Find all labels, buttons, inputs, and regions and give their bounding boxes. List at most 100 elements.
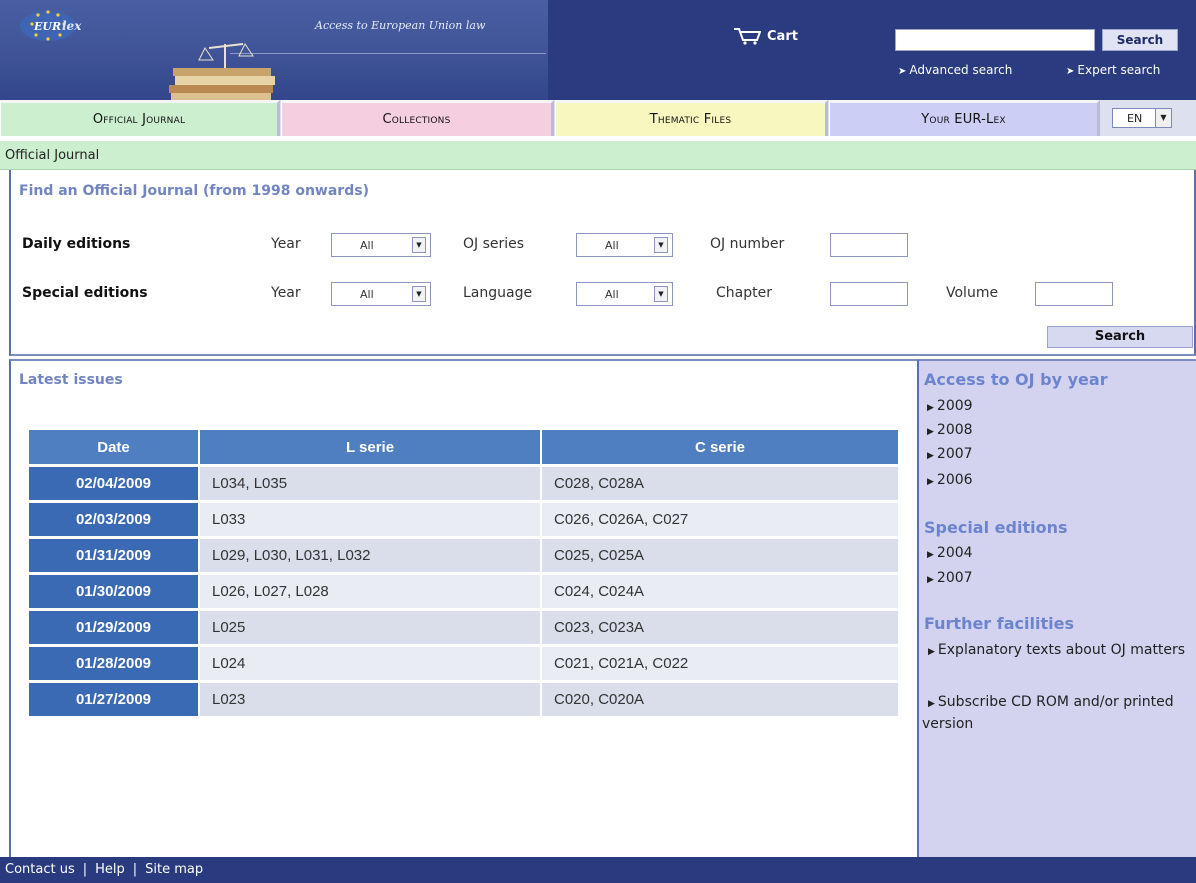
c-serie-cell[interactable]: C021, C021A, C022 xyxy=(542,644,898,680)
svg-text:EUR: EUR xyxy=(33,20,61,33)
chevron-right-icon: ➤ xyxy=(1066,66,1075,77)
column-header-l-serie: L serie xyxy=(200,430,542,464)
chapter-input[interactable] xyxy=(830,282,908,306)
chevron-right-icon: ➤ xyxy=(898,66,907,77)
oj-series-value: All xyxy=(605,239,619,252)
l-serie-cell[interactable]: L026, L027, L028 xyxy=(200,572,542,608)
breadcrumb: Official Journal xyxy=(0,141,1196,170)
l-serie-cell[interactable]: L034, L035 xyxy=(200,464,542,500)
year-link-2008[interactable]: ▶ 2008 xyxy=(927,422,973,438)
special-language-select[interactable]: All ▼ xyxy=(576,282,673,306)
table-row: 02/03/2009 L033 C026, C026A, C027 xyxy=(29,500,898,536)
footer-separator: | xyxy=(132,862,138,877)
eurlex-logo[interactable]: EUR lex xyxy=(18,6,100,46)
volume-label: Volume xyxy=(946,285,999,301)
year-link-label: 2007 xyxy=(936,446,973,462)
special-editions-label: Special editions xyxy=(22,285,148,301)
advanced-search-label: Advanced search xyxy=(909,63,1013,77)
daily-editions-label: Daily editions xyxy=(22,236,131,252)
year-link-2007[interactable]: ▶ 2007 xyxy=(927,446,973,462)
footer-separator: | xyxy=(82,862,88,877)
bullet-icon: ▶ xyxy=(927,575,934,585)
tab-official-journal[interactable]: Official Journal xyxy=(0,100,280,136)
cart-icon xyxy=(734,28,761,45)
c-serie-cell[interactable]: C028, C028A xyxy=(542,464,898,500)
quick-search-button[interactable]: Search xyxy=(1102,29,1178,51)
oj-series-label: OJ series xyxy=(463,236,525,252)
contact-us-link[interactable]: Contact us xyxy=(5,862,75,877)
daily-year-select[interactable]: All ▼ xyxy=(331,233,431,257)
quick-search-input[interactable] xyxy=(895,29,1095,51)
chevron-down-icon: ▼ xyxy=(412,237,426,253)
subscribe-link[interactable]: ▶ Subscribe CD ROM and/or printed version xyxy=(922,692,1194,734)
column-header-c-serie: C serie xyxy=(542,430,898,464)
table-header-row: Date L serie C serie xyxy=(29,430,898,464)
chevron-down-icon: ▼ xyxy=(654,286,668,302)
advanced-search-link[interactable]: ➤ Advanced search xyxy=(898,63,1012,77)
explanatory-texts-link[interactable]: ▶ Explanatory texts about OJ matters xyxy=(922,640,1194,662)
special-year-link-2007[interactable]: ▶ 2007 xyxy=(927,570,973,586)
issue-date-link[interactable]: 01/31/2009 xyxy=(29,536,200,572)
oj-series-select[interactable]: All ▼ xyxy=(576,233,673,257)
year-link-label: 2008 xyxy=(936,422,973,438)
oj-number-label: OJ number xyxy=(710,236,785,252)
site-tagline: Access to European Union law xyxy=(315,19,486,32)
chevron-down-icon: ▼ xyxy=(412,286,426,302)
expert-search-label: Expert search xyxy=(1077,63,1161,77)
special-year-label: Year xyxy=(271,285,301,301)
issue-date-link[interactable]: 02/04/2009 xyxy=(29,464,200,500)
special-year-select[interactable]: All ▼ xyxy=(331,282,431,306)
special-year-link-2004[interactable]: ▶ 2004 xyxy=(927,545,973,561)
l-serie-cell[interactable]: L029, L030, L031, L032 xyxy=(200,536,542,572)
site-map-link[interactable]: Site map xyxy=(145,862,203,877)
expert-search-link[interactable]: ➤ Expert search xyxy=(1066,63,1160,77)
year-link-label: 2009 xyxy=(936,398,973,414)
latest-issues-title: Latest issues xyxy=(19,372,123,388)
svg-text:lex: lex xyxy=(62,19,82,33)
explanatory-texts-label: Explanatory texts about OJ matters xyxy=(937,642,1186,658)
l-serie-cell[interactable]: L023 xyxy=(200,680,542,716)
bullet-icon: ▶ xyxy=(927,451,934,461)
year-link-2006[interactable]: ▶ 2006 xyxy=(927,472,973,488)
cart-label: Cart xyxy=(767,28,798,44)
find-oj-title: Find an Official Journal (from 1998 onwa… xyxy=(19,183,369,199)
bullet-icon: ▶ xyxy=(927,403,934,413)
tab-thematic-files[interactable]: Thematic Files xyxy=(555,100,828,136)
issue-date-link[interactable]: 01/27/2009 xyxy=(29,680,200,716)
chevron-down-icon: ▼ xyxy=(654,237,668,253)
cart-link[interactable]: Cart xyxy=(733,27,798,45)
language-value: EN xyxy=(1127,112,1143,125)
l-serie-cell[interactable]: L025 xyxy=(200,608,542,644)
special-editions-heading: Special editions xyxy=(924,518,1068,537)
daily-year-label: Year xyxy=(271,236,301,252)
table-row: 01/29/2009 L025 C023, C023A xyxy=(29,608,898,644)
bullet-icon: ▶ xyxy=(927,550,934,560)
oj-number-input[interactable] xyxy=(830,233,908,257)
special-year-label: 2007 xyxy=(936,570,973,586)
tab-collections[interactable]: Collections xyxy=(281,100,554,136)
help-link[interactable]: Help xyxy=(95,862,125,877)
issue-date-link[interactable]: 01/30/2009 xyxy=(29,572,200,608)
c-serie-cell[interactable]: C025, C025A xyxy=(542,536,898,572)
books-scales-illustration xyxy=(169,43,275,100)
further-facilities-heading: Further facilities xyxy=(924,614,1074,633)
language-select[interactable]: EN ▼ xyxy=(1112,108,1172,128)
issue-date-link[interactable]: 01/28/2009 xyxy=(29,644,200,680)
year-link-2009[interactable]: ▶ 2009 xyxy=(927,398,973,414)
year-link-label: 2006 xyxy=(936,472,973,488)
tab-your-eurlex[interactable]: Your EUR-Lex xyxy=(829,100,1100,136)
table-row: 01/27/2009 L023 C020, C020A xyxy=(29,680,898,716)
c-serie-cell[interactable]: C024, C024A xyxy=(542,572,898,608)
find-search-button[interactable]: Search xyxy=(1047,326,1193,348)
l-serie-cell[interactable]: L024 xyxy=(200,644,542,680)
main-navigation: Official Journal Collections Thematic Fi… xyxy=(0,100,1196,136)
bullet-icon: ▶ xyxy=(927,477,934,487)
l-serie-cell[interactable]: L033 xyxy=(200,500,542,536)
issue-date-link[interactable]: 02/03/2009 xyxy=(29,500,200,536)
daily-year-value: All xyxy=(360,239,374,252)
c-serie-cell[interactable]: C026, C026A, C027 xyxy=(542,500,898,536)
volume-input[interactable] xyxy=(1035,282,1113,306)
issue-date-link[interactable]: 01/29/2009 xyxy=(29,608,200,644)
c-serie-cell[interactable]: C023, C023A xyxy=(542,608,898,644)
c-serie-cell[interactable]: C020, C020A xyxy=(542,680,898,716)
